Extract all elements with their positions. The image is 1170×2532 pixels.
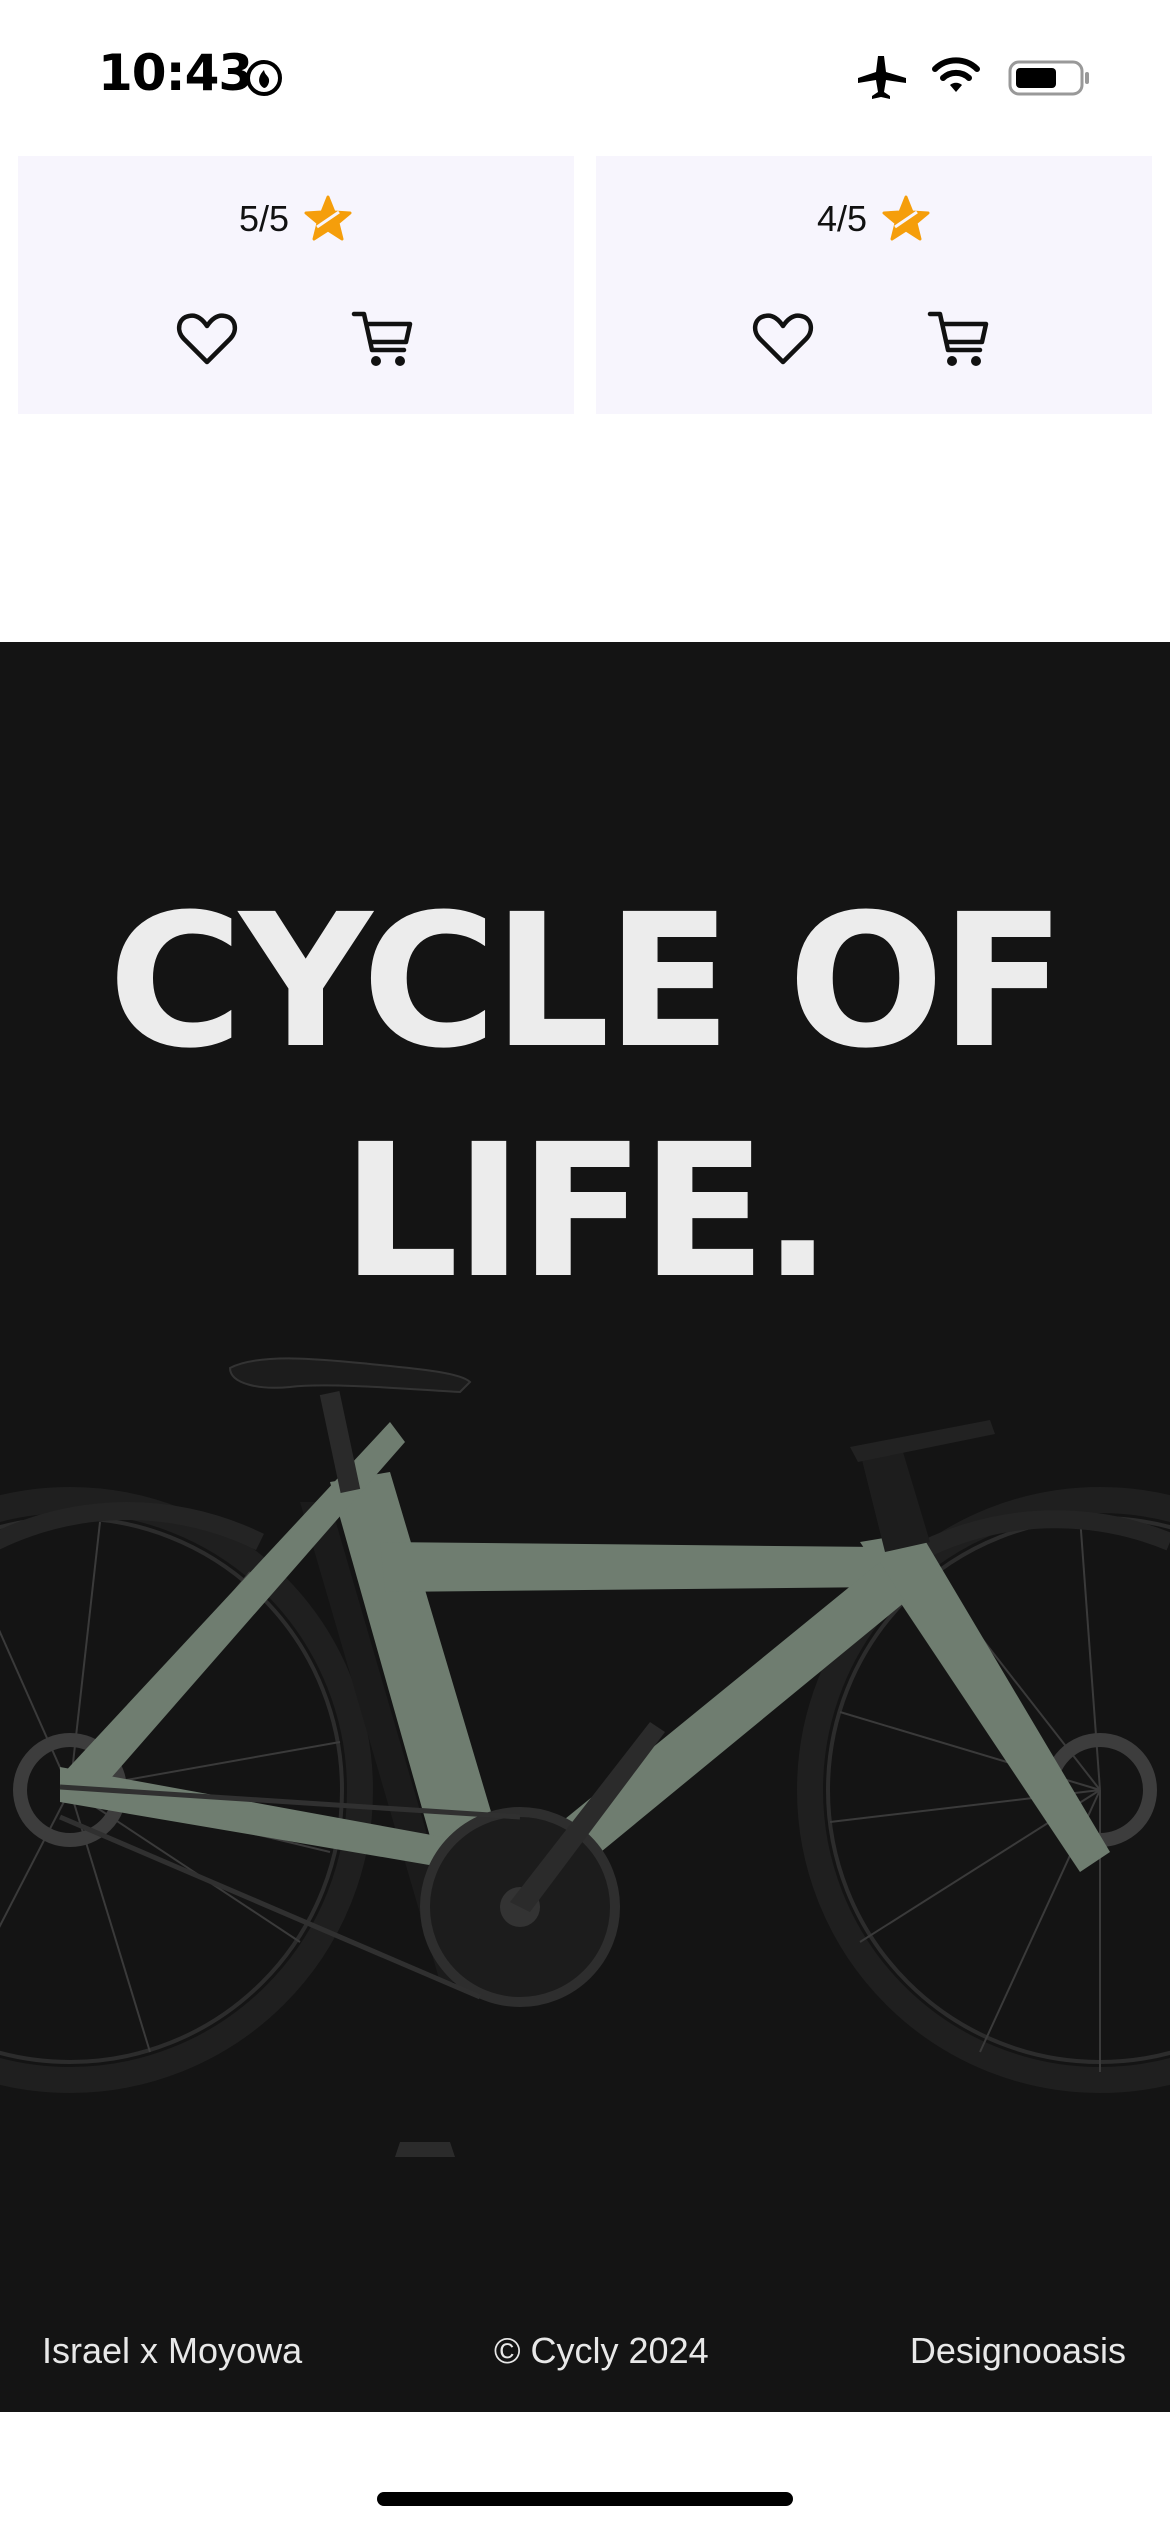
flame-icon xyxy=(246,60,282,96)
heart-icon[interactable] xyxy=(750,306,816,372)
cart-icon[interactable] xyxy=(350,306,416,372)
product-card: 5/5 xyxy=(18,156,574,414)
status-bar: 10:43 xyxy=(0,0,1170,150)
credit-authors: Israel x Moyowa xyxy=(42,2330,303,2371)
copyright-text: © Cycly 2024 xyxy=(494,2330,709,2371)
card-actions xyxy=(18,306,574,386)
product-rating: 5/5 xyxy=(18,194,574,244)
airplane-icon xyxy=(858,56,906,99)
hero-title-line: LIFE. xyxy=(341,1105,833,1319)
card-actions xyxy=(596,306,1152,386)
studio-credit: Designooasis xyxy=(909,2330,1126,2371)
status-time: 10:43 xyxy=(98,44,253,102)
star-icon xyxy=(882,195,930,241)
battery-icon xyxy=(1008,60,1089,96)
hero-title-line: CYCLE OF xyxy=(108,875,1066,1089)
star-icon xyxy=(304,195,352,241)
bike-image xyxy=(0,1357,1170,2157)
product-card: 4/5 xyxy=(596,156,1152,414)
rating-text: 5/5 xyxy=(238,198,290,239)
hero-section: CYCLE OF LIFE. Israel x Moyowa © Cycly 2… xyxy=(0,642,1170,2412)
hero-footer: Israel x Moyowa © Cycly 2024 Designooasi… xyxy=(0,2330,1170,2380)
home-indicator[interactable] xyxy=(377,2492,793,2506)
rating-text: 4/5 xyxy=(816,198,868,239)
product-rating: 4/5 xyxy=(596,194,1152,244)
hero-title: CYCLE OF LIFE. xyxy=(0,867,1170,1327)
wifi-icon xyxy=(932,57,980,92)
heart-icon[interactable] xyxy=(174,306,240,372)
cart-icon[interactable] xyxy=(926,306,992,372)
